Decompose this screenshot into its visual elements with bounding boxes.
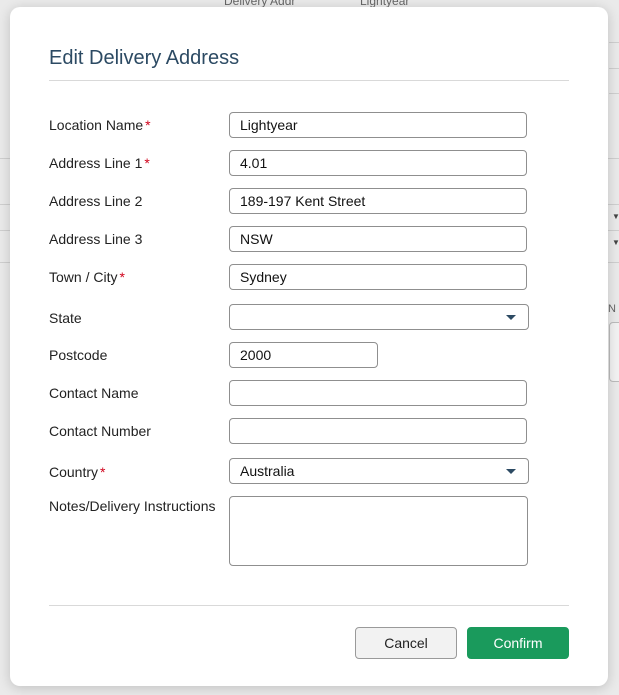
- background-chevron-down-icon: ▼: [612, 238, 619, 247]
- background-chevron-down-icon: ▼: [612, 212, 619, 221]
- contact-name-input[interactable]: [229, 380, 527, 406]
- notes-textarea[interactable]: [229, 496, 528, 566]
- cancel-button[interactable]: Cancel: [355, 627, 457, 659]
- chevron-down-icon: [506, 469, 516, 474]
- town-city-label: Town / City *: [49, 269, 125, 285]
- contact-number-input[interactable]: [229, 418, 527, 444]
- postcode-input[interactable]: [229, 342, 378, 368]
- confirm-button[interactable]: Confirm: [467, 627, 569, 659]
- footer-divider: [49, 605, 569, 606]
- state-select[interactable]: [229, 304, 529, 330]
- location-name-input[interactable]: [229, 112, 527, 138]
- country-select[interactable]: Australia: [229, 458, 529, 484]
- town-city-input[interactable]: [229, 264, 527, 290]
- chevron-down-icon: [506, 315, 516, 320]
- address-line-1-input[interactable]: [229, 150, 527, 176]
- edit-delivery-address-dialog: Edit Delivery Address Location Name* Add…: [10, 7, 608, 686]
- background-divider: [609, 93, 619, 94]
- address-line-2-input[interactable]: [229, 188, 527, 214]
- address-line-2-label: Address Line 2: [49, 193, 143, 209]
- dialog-title: Edit Delivery Address: [49, 47, 240, 69]
- required-indicator: *: [119, 269, 125, 285]
- address-line-1-label: Address Line 1 *: [49, 155, 150, 171]
- address-line-3-input[interactable]: [229, 226, 527, 252]
- contact-number-label: Contact Number: [49, 423, 151, 439]
- state-label: State: [49, 310, 82, 326]
- required-indicator: *: [100, 464, 106, 480]
- background-box: [609, 322, 619, 382]
- background-label: N: [608, 303, 616, 315]
- notes-label: Notes/Delivery Instructions: [49, 498, 216, 514]
- contact-name-label: Contact Name: [49, 385, 139, 401]
- background-divider: [609, 42, 619, 43]
- required-indicator: *: [145, 117, 151, 133]
- country-label: Country *: [49, 464, 106, 480]
- country-selected-value: Australia: [240, 463, 295, 479]
- title-divider: [49, 80, 569, 81]
- postcode-label: Postcode: [49, 347, 108, 363]
- address-line-3-label: Address Line 3: [49, 231, 143, 247]
- required-indicator: *: [144, 155, 150, 171]
- background-divider: [609, 68, 619, 69]
- location-name-label: Location Name *: [49, 117, 151, 133]
